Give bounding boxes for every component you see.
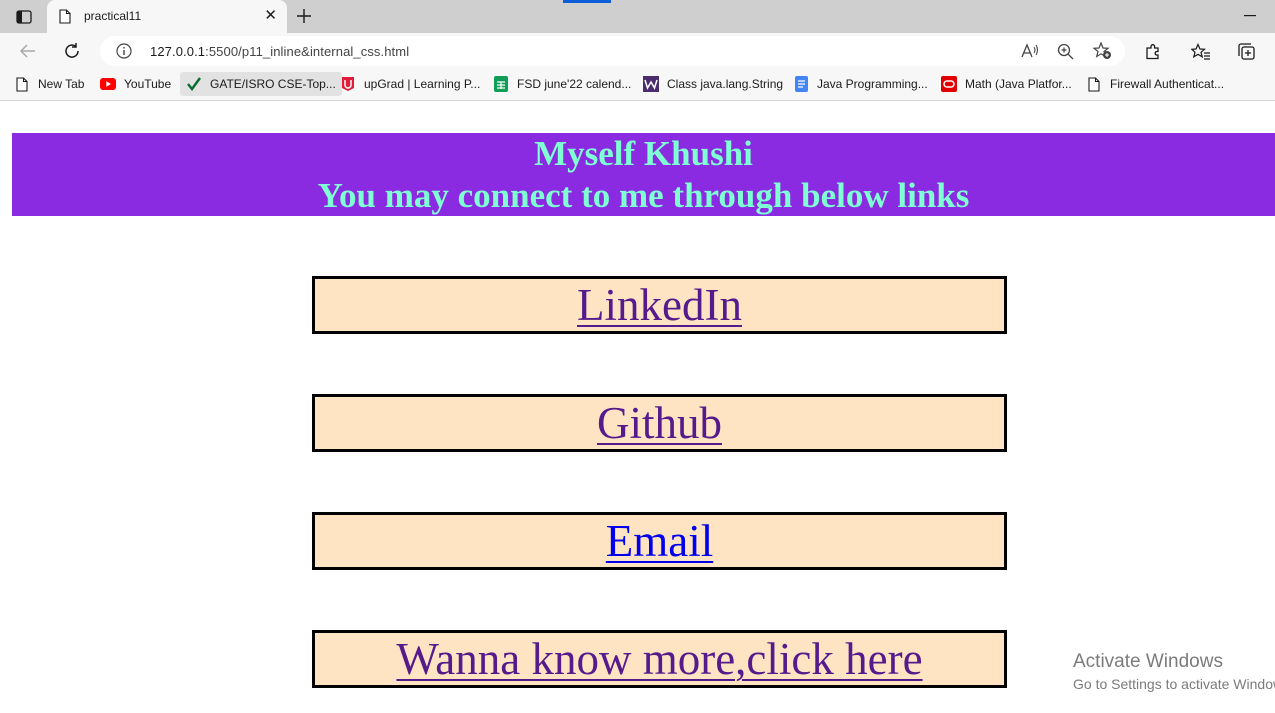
bookmark-label: FSD june'22 calend... [517,77,632,91]
url-text[interactable]: 127.0.0.1:5500/p11_inline&internal_css.h… [150,44,409,59]
email-link-box: Email [312,512,1007,570]
sheets-icon [493,76,509,92]
bookmark-new-tab[interactable]: New Tab [14,72,84,96]
bookmark-label: Java Programming... [817,77,928,91]
star-add-icon [1092,42,1111,59]
minimize-icon [1244,15,1256,17]
bookmark-label: YouTube [124,77,172,91]
new-tab-button[interactable] [292,5,316,27]
bookmark-label: Class java.lang.String [667,77,784,91]
oracle-icon [941,76,957,92]
tab-drag-indicator [563,0,611,3]
read-aloud-button[interactable] [1020,41,1040,61]
collections-icon [1237,43,1255,60]
back-button[interactable] [16,39,40,63]
bookmark-youtube[interactable]: YouTube [100,72,171,96]
bookmark-label: GATE/ISRO CSE-Top... [210,77,336,91]
page-header: Myself Khushi You may connect to me thro… [12,133,1275,216]
extensions-button[interactable] [1142,41,1164,63]
bookmark-java-string[interactable]: Class java.lang.String [643,72,783,96]
bookmark-math-java[interactable]: Math (Java Platfor... [941,72,1072,96]
github-link[interactable]: Github [597,397,722,449]
zoom-button[interactable] [1055,41,1075,61]
bookmarks-bar: New Tab YouTube GATE/ISRO CSE-Top... upG… [0,69,1275,101]
browser-toolbar: 127.0.0.1:5500/p11_inline&internal_css.h… [0,33,1275,69]
page-subheading: You may connect to me through below link… [317,176,970,215]
puzzle-icon [1146,44,1159,60]
add-favorite-button[interactable] [1092,41,1112,61]
bookmark-upgrad[interactable]: upGrad | Learning P... [340,72,480,96]
tab-strip: practical11 ✕ [0,0,1275,33]
youtube-icon [100,76,116,92]
know-more-link[interactable]: Wanna know more,click here [396,633,922,685]
favorites-icon [1191,43,1210,60]
bookmark-gate-isro[interactable]: GATE/ISRO CSE-Top... [180,72,342,96]
bookmark-fsd-calendar[interactable]: FSD june'22 calend... [493,72,631,96]
page-icon [14,76,30,92]
know-more-link-box: Wanna know more,click here [312,630,1007,688]
address-bar[interactable]: 127.0.0.1:5500/p11_inline&internal_css.h… [100,36,1125,66]
refresh-button[interactable] [60,39,84,63]
watermark-subtitle: Go to Settings to activate Windows. [1073,676,1275,692]
tab-title: practical11 [84,9,142,23]
activate-windows-watermark: Activate Windows Go to Settings to activ… [1073,651,1275,695]
email-link[interactable]: Email [606,515,713,567]
linkedin-link-box: LinkedIn [312,276,1007,334]
tab-practical11[interactable]: practical11 ✕ [47,0,287,33]
checkmark-icon [186,76,202,92]
favorites-button[interactable] [1190,41,1212,63]
bookmark-java-programming[interactable]: Java Programming... [793,72,928,96]
info-icon[interactable] [116,43,132,59]
minimize-button[interactable] [1238,6,1262,26]
github-link-box: Github [312,394,1007,452]
bookmark-firewall[interactable]: Firewall Authenticat... [1086,72,1224,96]
zoom-icon [1057,43,1073,59]
upgrad-icon [340,76,356,92]
back-arrow-icon [20,44,35,58]
linkedin-link[interactable]: LinkedIn [577,279,742,331]
close-tab-icon[interactable]: ✕ [264,8,277,23]
w-icon [643,76,659,92]
plus-icon [297,9,311,23]
collections-button[interactable] [1235,41,1257,63]
read-aloud-icon [1021,43,1039,58]
watermark-title: Activate Windows [1073,651,1223,672]
tab-actions-button[interactable] [8,6,40,28]
bookmark-label: Firewall Authenticat... [1110,77,1225,91]
bookmark-label: Math (Java Platfor... [965,77,1072,91]
url-host: 127.0.0.1 [150,44,206,59]
page-icon [1086,76,1102,92]
page-heading: Myself Khushi [534,134,753,173]
tab-actions-icon [16,10,32,24]
url-path: :5500/p11_inline&internal_css.html [205,44,410,59]
bookmark-label: upGrad | Learning P... [364,77,481,91]
refresh-icon [65,43,79,58]
bookmark-label: New Tab [38,77,85,91]
page-icon [59,9,71,24]
docs-icon [793,76,809,92]
